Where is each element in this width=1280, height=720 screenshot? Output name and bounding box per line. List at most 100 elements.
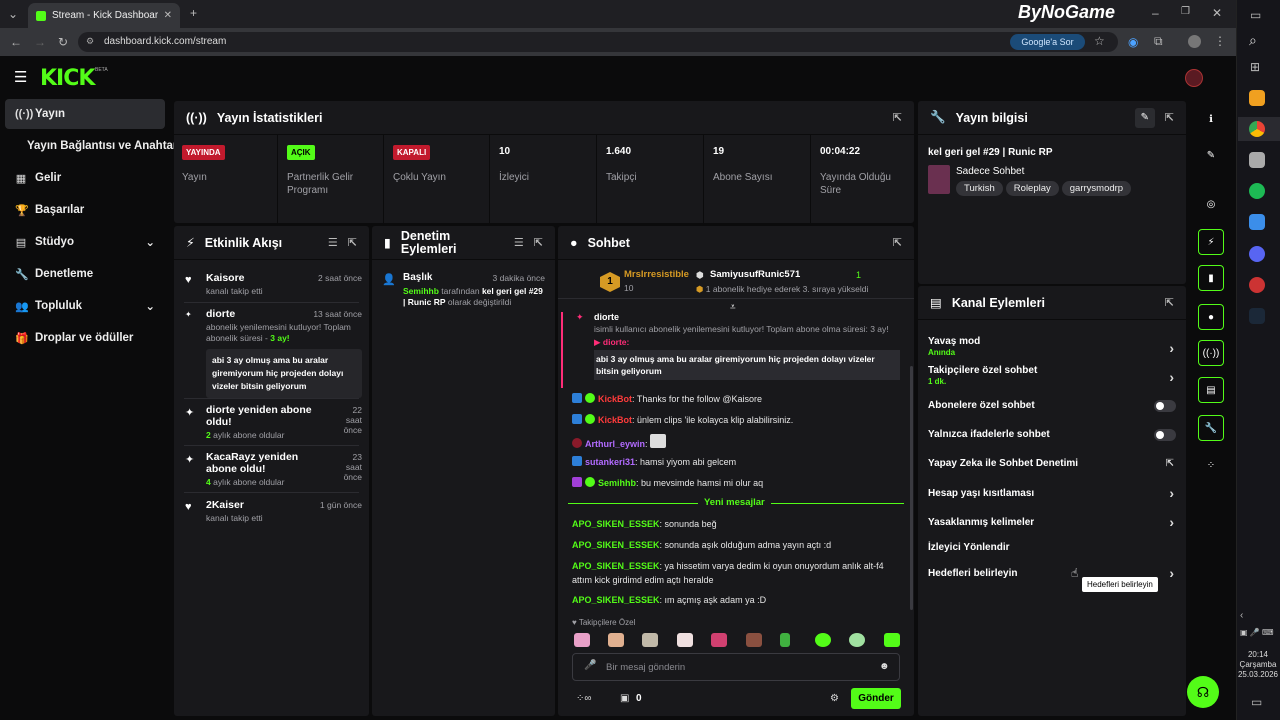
- filter-icon[interactable]: ☰: [328, 236, 338, 249]
- sidebar-item-studyo[interactable]: ▤ Stüdyo ⌄: [5, 227, 165, 257]
- lightning-icon[interactable]: ⚡: [1198, 229, 1224, 255]
- chat-username[interactable]: KickBot: [598, 394, 632, 404]
- collapse-pinned-icon[interactable]: ⩡: [730, 302, 736, 313]
- user-avatar[interactable]: [1185, 69, 1203, 87]
- mic-icon[interactable]: 🎤: [584, 660, 596, 671]
- ai-moderation-row[interactable]: Yapay Zeka ile Sohbet Denetimi ⇱: [928, 458, 1176, 469]
- emote-icon[interactable]: [677, 633, 693, 647]
- info-icon[interactable]: ℹ: [1198, 106, 1224, 132]
- sidebar-item-yayin[interactable]: ((·)) Yayın: [5, 99, 165, 129]
- chat-username[interactable]: APO_SIKEN_ESSEK: [572, 519, 660, 529]
- task-view-icon[interactable]: ⊞: [1250, 60, 1260, 74]
- account-age-row[interactable]: Hesap yaşı kısıtlaması ›: [928, 485, 1176, 501]
- chat-username[interactable]: Semihhb: [598, 478, 636, 488]
- sidebar-item-gelir[interactable]: ▦ Gelir: [5, 163, 165, 193]
- chrome-icon[interactable]: [1249, 121, 1265, 137]
- camera-icon[interactable]: ◎: [1198, 191, 1224, 217]
- app-icon[interactable]: [1249, 214, 1265, 230]
- cast-icon[interactable]: ◉: [1128, 35, 1138, 49]
- emote-icon[interactable]: [642, 633, 658, 647]
- chat-username[interactable]: KickBot: [598, 415, 632, 425]
- chat-username[interactable]: Arthurl_eywin: [585, 439, 645, 449]
- profile-avatar[interactable]: [1188, 35, 1201, 48]
- back-icon[interactable]: ←: [10, 35, 22, 49]
- kick-logo[interactable]: KICK: [40, 66, 95, 91]
- google-ask-button[interactable]: Google'a Sor: [1010, 34, 1085, 50]
- popout-icon[interactable]: ⇱: [348, 236, 357, 249]
- popout-icon[interactable]: ⇱: [893, 111, 902, 124]
- banned-words-row[interactable]: Yasaklanmış kelimeler ›: [928, 514, 1176, 530]
- emote-icon[interactable]: [711, 633, 727, 647]
- wrench-icon[interactable]: 🔧: [1198, 415, 1224, 441]
- sidebar-item-droplar[interactable]: 🎁 Droplar ve ödüller: [5, 323, 165, 353]
- popout-icon[interactable]: ⇱: [534, 236, 543, 249]
- popout-icon[interactable]: ⇱: [1165, 296, 1174, 309]
- chat-username[interactable]: APO_SIKEN_ESSEK: [572, 540, 660, 550]
- emote-only-toggle[interactable]: [1154, 429, 1176, 441]
- emote-icon[interactable]: [608, 633, 624, 647]
- chat-bubble-icon[interactable]: ●: [1198, 304, 1224, 330]
- browser-menu-icon[interactable]: ⋮: [1214, 34, 1226, 48]
- file-explorer-icon[interactable]: [1249, 90, 1265, 106]
- notification-center-icon[interactable]: ▭: [1251, 695, 1262, 709]
- chat-scrollbar[interactable]: [910, 366, 913, 610]
- discord-icon[interactable]: [1249, 246, 1265, 262]
- emote-icon[interactable]: [780, 633, 790, 647]
- forward-icon[interactable]: →: [34, 35, 46, 49]
- edit-icon[interactable]: ✎: [1198, 142, 1224, 168]
- emote-icon[interactable]: [815, 633, 831, 647]
- extensions-icon[interactable]: ⧉: [1154, 34, 1163, 49]
- filter-icon[interactable]: ☰: [514, 236, 524, 249]
- broadcast-icon[interactable]: ((·)): [1198, 340, 1224, 366]
- emote-icon[interactable]: [574, 633, 590, 647]
- reload-icon[interactable]: ↻: [58, 35, 68, 49]
- sidebar-item-topluluk[interactable]: 👥 Topluluk ⌄: [5, 291, 165, 321]
- sidebar-item-denetleme[interactable]: 🔧 Denetleme: [5, 259, 165, 289]
- chat-features-icon[interactable]: ⁘∞: [576, 693, 592, 704]
- site-info-icon[interactable]: ⚙: [86, 36, 94, 47]
- category-name[interactable]: Sadece Sohbet: [956, 166, 1024, 177]
- emote-icon[interactable]: [746, 633, 762, 647]
- sidebar-item-stream-key[interactable]: Yayın Bağlantısı ve Anahtarı: [5, 131, 181, 161]
- taskbar-clock[interactable]: 20:14 Çarşamba 25.03.2026: [1236, 650, 1280, 680]
- url-field[interactable]: [78, 32, 1118, 52]
- taskbar-search-icon[interactable]: ⌕: [1249, 32, 1257, 49]
- maximize-icon[interactable]: ❐: [1181, 6, 1190, 17]
- chat-username[interactable]: APO_SIKEN_ESSEK: [572, 595, 660, 605]
- emote-icon[interactable]: [884, 633, 900, 647]
- help-chat-button[interactable]: ☊: [1187, 676, 1219, 708]
- raid-row[interactable]: İzleyici Yönlendir: [928, 542, 1176, 553]
- top-gifter-name[interactable]: MrsIrresistible: [624, 269, 689, 280]
- chat-username[interactable]: APO_SIKEN_ESSEK: [572, 561, 660, 571]
- slow-mode-row[interactable]: Yavaş mod Anında ›: [928, 336, 1176, 357]
- tab-search-icon[interactable]: ⌄: [8, 7, 18, 21]
- popout-icon[interactable]: ⇱: [893, 236, 902, 249]
- spotify-icon[interactable]: [1249, 183, 1265, 199]
- app-icon[interactable]: [1249, 152, 1265, 168]
- followers-only-row[interactable]: Takipçilere özel sohbet 1 dk. ›: [928, 365, 1176, 386]
- tab-close-icon[interactable]: ✕: [164, 10, 172, 21]
- hamburger-menu-icon[interactable]: ☰: [14, 68, 27, 86]
- chat-settings-icon[interactable]: ⚙: [830, 693, 839, 704]
- bookmark-star-icon[interactable]: ☆: [1094, 34, 1105, 48]
- window-close-icon[interactable]: ✕: [1212, 6, 1222, 20]
- notifications-icon[interactable]: ▭: [1250, 8, 1261, 22]
- gifter-name[interactable]: SamiyusufRunic571: [710, 269, 800, 280]
- subscribers-only-toggle[interactable]: [1154, 400, 1176, 412]
- doc-icon[interactable]: ▮: [1198, 265, 1224, 291]
- browser-tab[interactable]: Stream - Kick Dashboard ✕: [28, 3, 180, 28]
- emote-icon[interactable]: [849, 633, 865, 647]
- steam-icon[interactable]: [1249, 308, 1265, 324]
- channel-icon[interactable]: ▤: [1198, 377, 1224, 403]
- emoji-icon[interactable]: ☻: [879, 661, 890, 672]
- popout-icon[interactable]: ⇱: [1165, 111, 1174, 124]
- tray-expand-icon[interactable]: ‹: [1240, 610, 1243, 621]
- minimize-icon[interactable]: –: [1152, 6, 1159, 20]
- sidebar-item-basarilar[interactable]: 🏆 Başarılar: [5, 195, 165, 225]
- tray-icons[interactable]: ▣ 🎤 ⌨: [1240, 628, 1274, 637]
- apps-icon[interactable]: ⁘: [1198, 452, 1224, 478]
- new-tab-icon[interactable]: +: [190, 6, 197, 20]
- edit-pencil-icon[interactable]: ✎: [1134, 107, 1155, 128]
- chat-username[interactable]: sutankeri31: [585, 457, 635, 467]
- send-button[interactable]: Gönder: [851, 688, 901, 709]
